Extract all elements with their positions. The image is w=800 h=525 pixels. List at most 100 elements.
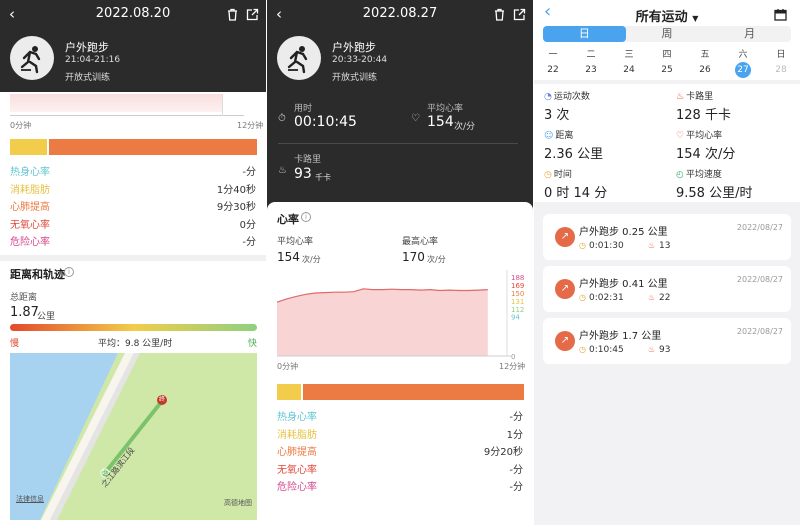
date-number: 27 [735,62,751,78]
record-calories: 22 [659,293,671,303]
time-range: 20:33-20:44 [332,55,388,65]
y-tick-label: 169 [511,282,524,290]
y-tick-label: 94 [511,314,520,322]
week-strip: 一 22 二 23 三 24 四 25 五 26 六 27 日 28 [534,47,800,78]
stat-label: 距离 [555,131,574,141]
timer-icon: ⏱ [278,113,286,124]
zone-label: 心肺提高 [277,447,317,459]
day-cell[interactable]: 五 26 [686,47,724,78]
stat-value: 9.58 公里/时 [676,186,753,201]
day-cell[interactable]: 四 25 [648,47,686,78]
total-distance-value: 1.87 [10,305,39,320]
duration-value: 00:10:45 [294,114,357,130]
hr-max-value: 170 [402,250,425,264]
zone-label: 消耗脂肪 [10,184,50,196]
day-cell[interactable]: 一 22 [534,47,572,78]
avg-hr-unit: 次/分 [454,122,476,132]
training-type: 开放式训练 [332,73,378,83]
speed-icon: ◴ [676,170,684,180]
x-tick-label: 12分钟 [499,361,525,371]
stat-cell: ♨ 卡路里 128 千卡 [676,89,731,123]
share-icon[interactable] [513,6,526,26]
date-number: 24 [623,65,635,75]
y-tick-label: 188 [511,274,524,282]
zone-label: 无氧心率 [10,219,50,231]
title-dropdown[interactable]: 所有运动 ▼ [534,6,800,25]
day-cell[interactable]: 二 23 [572,47,610,78]
date-number: 28 [775,65,787,75]
delete-icon[interactable] [493,6,506,26]
map-brand: 高德地图 [224,499,252,507]
activity-record-card[interactable]: ↗ 户外跑步 0.41 公里 2022/08/27 ◷ 0:02:31 ♨ 22 [543,266,791,312]
chart-axis-line [10,115,244,116]
record-title: 户外跑步 0.25 公里 [579,227,668,238]
hr-zone-row: 心肺提高 9分30秒 [10,198,256,215]
record-date: 2022/08/27 [736,327,783,336]
top-bar: ‹ 2022.08.20 [0,0,266,30]
zone-label: 热身心率 [10,167,50,178]
heart-icon: ♡ [411,113,420,124]
stat-cell: ◷ 时间 0 时 14 分 [544,167,607,201]
map-start-marker: 起 [101,469,108,476]
info-icon[interactable]: i [301,212,311,222]
info-icon[interactable]: i [64,267,74,277]
zone-value: 1分40秒 [216,184,256,196]
flame-icon: ♨ [648,241,656,250]
record-date: 2022/08/27 [736,275,783,284]
flame-icon: ♨ [278,165,287,176]
stat-value: 3 次 [544,108,570,123]
day-cell[interactable]: 日 28 [762,47,800,78]
tab-week[interactable]: 周 [626,26,709,42]
cycle-icon: ◔ [544,92,552,102]
hr-section-title: 心率 [277,213,299,226]
day-cell[interactable]: 六 27 [724,47,762,78]
weekday-label: 六 [738,50,748,60]
date-number: 26 [699,65,711,75]
pace-fast-label: 快 [248,339,258,349]
hr-chart-fragment [10,94,222,112]
tab-day[interactable]: 日 [543,26,626,42]
hr-area-chart: 1881691501311129400分钟 12分钟 [276,270,525,371]
hr-zone-row: 心肺提高 9分20秒 [277,443,523,460]
zone-label: 无氧心率 [277,464,317,476]
record-duration: 0:10:45 [589,345,624,355]
activity-record-card[interactable]: ↗ 户外跑步 1.7 公里 2022/08/27 ◷ 0:10:45 ♨ 93 [543,318,791,364]
hr-max-label: 最高心率 [402,237,439,247]
top-bar: ‹ 2022.08.27 [267,0,533,30]
stat-label: 平均心率 [686,131,723,141]
hr-zone-row: 消耗脂肪 1分40秒 [10,181,256,198]
map-legal-link[interactable]: 法律信息 [16,494,44,504]
period-tabs: 日 周 月 [543,26,791,42]
total-distance-unit: 公里 [37,312,56,322]
stat-label: 时间 [553,170,572,180]
clock-icon: ◷ [579,241,586,250]
zone-value: -分 [509,464,523,476]
zone-label: 危险心率 [277,482,317,494]
hr-max-unit: 次/分 [427,255,446,264]
x-tick-label: 0分钟 [277,361,298,371]
zone-value: -分 [242,237,256,249]
zone-value: 9分30秒 [216,202,256,214]
calendar-icon[interactable] [774,6,787,25]
stat-label: 卡路里 [686,92,714,102]
heart-icon: ♡ [676,131,685,141]
training-type: 开放式训练 [65,73,111,83]
flame-icon: ♨ [648,293,656,302]
record-title: 户外跑步 0.41 公里 [579,279,668,290]
date-number: 22 [547,65,559,75]
route-map[interactable]: 之江路滨江段 终 起 法律信息 高德地图 [10,353,257,520]
hr-zone-row: 消耗脂肪 1分 [277,426,523,443]
chart-axis-right [222,94,223,116]
hr-avg-label: 平均心率 [277,237,314,247]
weekday-label: 三 [624,50,634,60]
zone-bar-segment [277,384,302,400]
stat-cell: ◴ 平均速度 9.58 公里/时 [676,167,752,201]
hr-avg-unit: 次/分 [302,255,321,264]
delete-icon[interactable] [226,6,239,26]
activity-record-card[interactable]: ↗ 户外跑步 0.25 公里 2022/08/27 ◷ 0:01:30 ♨ 13 [543,214,791,260]
all-activities-screen: ‹ 所有运动 ▼ 日 周 月 一 22 二 23 三 24 四 25 五 26 六 27 日 28 ◔ 运动… [534,0,800,525]
day-cell[interactable]: 三 24 [610,47,648,78]
tab-month[interactable]: 月 [708,26,791,42]
date-number: 25 [661,65,673,75]
share-icon[interactable] [246,6,259,26]
